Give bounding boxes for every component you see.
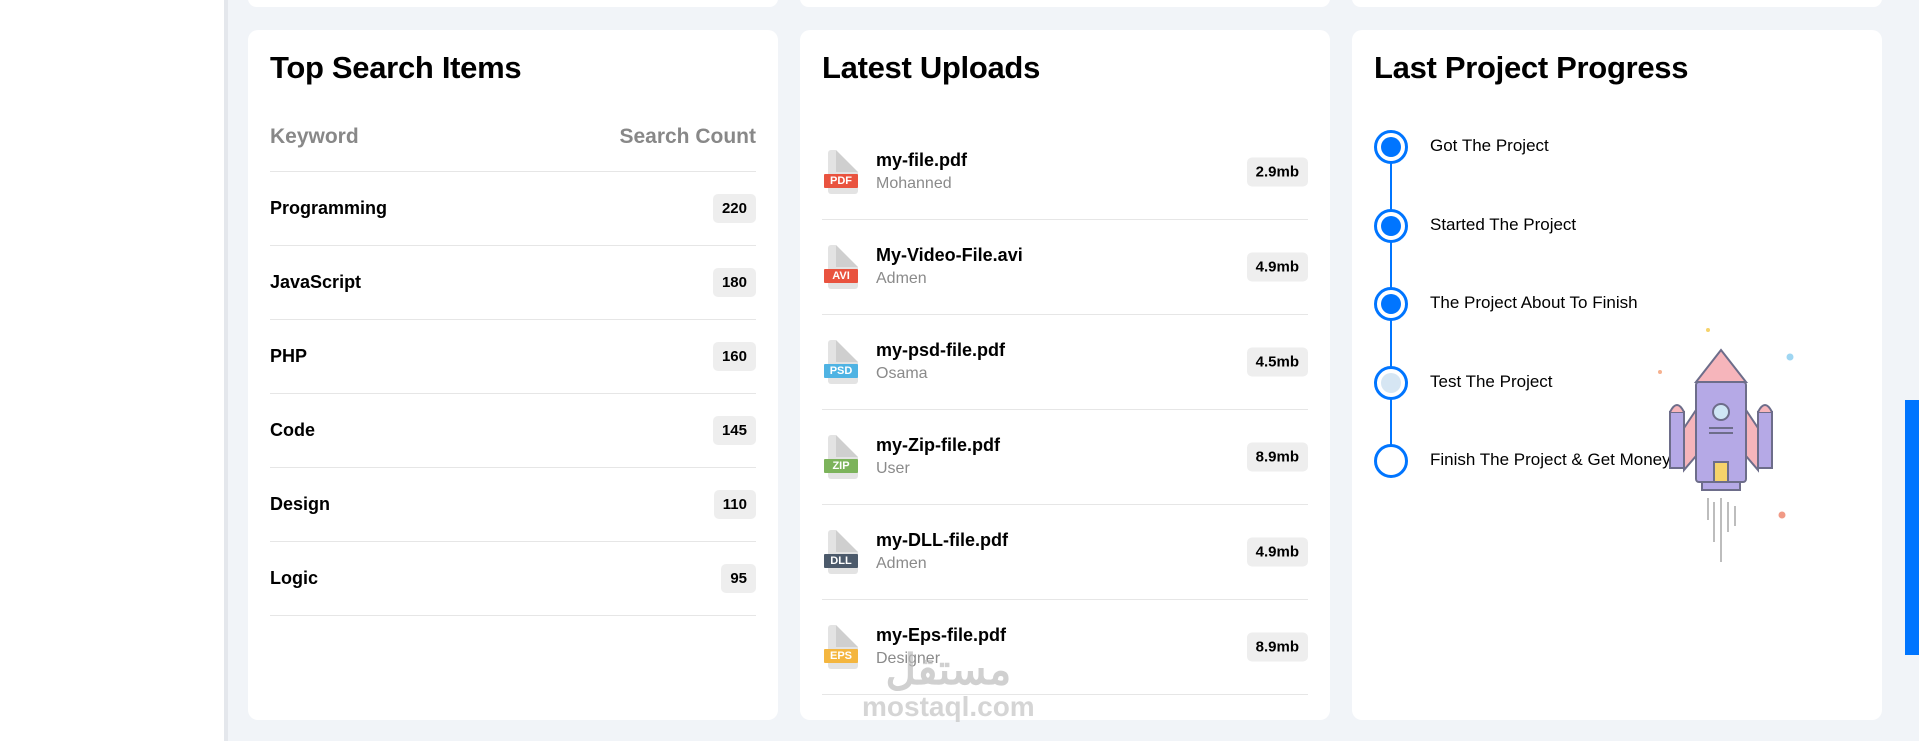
latest-uploads-card: Latest Uploads PDF my-file.pdf Mohanned 2.9… [800,30,1330,720]
keyword-column-header: Keyword [270,125,359,148]
project-progress-card: Last Project Progress Got The Project Sta… [1352,30,1882,720]
search-count-badge: 110 [713,490,756,519]
file-uploader: Osama [876,365,928,382]
progress-timeline: Got The Project Started The Project The Pr… [1374,130,1671,523]
step-status-dot [1374,287,1408,321]
search-table-body: Programming 220 JavaScript 180 PHP 160 Code 145… [270,172,756,616]
upload-row[interactable]: AVI My-Video-File.avi Admen 4.9mb [822,220,1308,315]
search-row: Logic 95 [270,542,756,616]
file-size-badge: 8.9mb [1246,442,1308,472]
file-size-badge: 8.9mb [1246,632,1308,662]
card-title: Last Project Progress [1374,50,1689,85]
search-count-badge: 95 [721,564,756,593]
progress-step: Got The Project [1374,130,1671,209]
file-icon: PDF [824,150,858,194]
upload-row[interactable]: DLL my-DLL-file.pdf Admen 4.9mb [822,505,1308,600]
watermark-url: mostaql.com [862,691,1035,722]
step-label: Finish The Project & Get Money [1430,450,1671,469]
search-row: Programming 220 [270,172,756,246]
step-label: Started The Project [1430,214,1577,234]
search-count-badge: 145 [712,416,756,445]
search-count-badge: 160 [712,342,756,371]
file-size-badge: 4.5mb [1246,347,1308,377]
file-type-tag: AVI [824,269,858,283]
search-count-badge: 220 [712,194,756,223]
upload-row[interactable]: ZIP my-Zip-file.pdf User 8.9mb [822,410,1308,505]
rocket-illustration [1658,328,1794,562]
upload-row[interactable]: PDF my-file.pdf Mohanned 2.9mb [822,125,1308,220]
keyword-label: Programming [270,198,388,218]
step-label: The Project About To Finish [1430,293,1638,312]
sidebar-divider [224,0,228,741]
watermark-arabic: مستقل [885,646,1014,693]
search-count-badge: 180 [712,268,756,297]
step-label: Test The Project [1430,371,1553,391]
previous-card-2 [800,0,1330,7]
keyword-label: Logic [270,568,318,588]
card-title: Top Search Items [270,50,522,85]
file-name[interactable]: my-psd-file.pdf [876,338,1005,362]
progress-step: Started The Project [1374,208,1671,288]
file-type-tag: ZIP [824,459,858,473]
step-status-dot [1374,365,1408,400]
search-row: JavaScript 180 [270,246,756,320]
file-name[interactable]: my-DLL-file.pdf [876,528,1008,552]
file-icon: ZIP [824,435,858,479]
file-icon: EPS [824,625,858,669]
previous-card-1 [248,0,778,7]
progress-step: Test The Project [1374,365,1671,445]
step-status-dot [1374,208,1408,243]
step-status-dot [1374,130,1408,164]
file-size-badge: 2.9mb [1246,157,1308,187]
scrollbar-thumb[interactable] [1905,400,1919,655]
file-type-tag: PSD [824,364,858,378]
uploads-list: PDF my-file.pdf Mohanned 2.9mb AVI My-Video-F… [822,125,1308,695]
top-search-card: Top Search Items Keyword Search Count Pr… [248,30,778,720]
card-title: Latest Uploads [822,50,1041,85]
keyword-label: JavaScript [270,272,362,292]
keyword-label: Code [270,420,315,440]
file-uploader: Admen [876,555,927,572]
search-row: Code 145 [270,394,756,468]
file-type-tag: DLL [824,554,858,568]
watermark: مستقل mostaql.com [862,648,1035,722]
file-size-badge: 4.9mb [1246,252,1308,282]
file-uploader: Mohanned [876,175,952,192]
file-name[interactable]: my-Zip-file.pdf [876,433,1000,457]
progress-step: The Project About To Finish [1374,287,1671,366]
file-name[interactable]: my-Eps-file.pdf [876,623,1006,647]
keyword-label: PHP [270,346,308,366]
keyword-label: Design [270,494,331,514]
file-icon: DLL [824,530,858,574]
file-size-badge: 4.9mb [1246,537,1308,567]
search-count-column-header: Search Count [619,125,756,148]
upload-row[interactable]: PSD my-psd-file.pdf Osama 4.5mb [822,315,1308,410]
file-name[interactable]: My-Video-File.avi [876,243,1023,267]
search-row: PHP 160 [270,320,756,394]
previous-card-3 [1352,0,1882,7]
file-icon: PSD [824,340,858,384]
file-uploader: Admen [876,270,927,287]
step-status-dot [1374,444,1408,478]
step-label: Got The Project [1430,136,1549,155]
file-name[interactable]: my-file.pdf [876,148,967,172]
search-row: Design 110 [270,468,756,542]
file-type-tag: EPS [824,649,858,663]
file-icon: AVI [824,245,858,289]
progress-step: Finish The Project & Get Money [1374,444,1671,523]
file-type-tag: PDF [824,174,858,188]
file-uploader: User [876,460,910,477]
search-table-header: Keyword Search Count [270,125,756,172]
sidebar [0,0,225,741]
